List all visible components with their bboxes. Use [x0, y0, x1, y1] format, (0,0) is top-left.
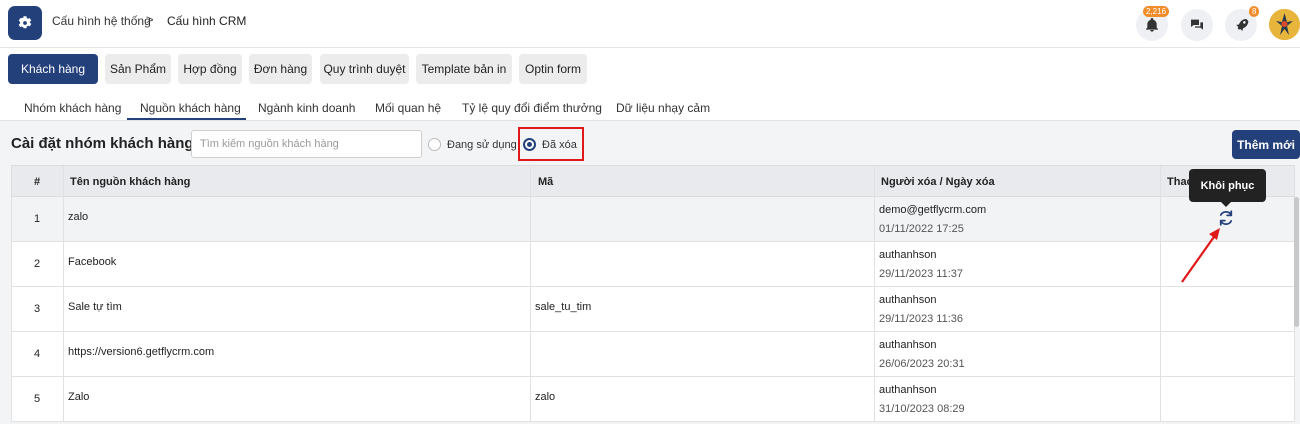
- source-name: Sale tự tìm: [68, 301, 122, 313]
- deleted-by: authanhson: [879, 249, 937, 261]
- deleted-by: authanhson: [879, 384, 937, 396]
- deleted-by: demo@getflycrm.com: [879, 204, 987, 216]
- column-divider: [1160, 377, 1161, 421]
- restore-tooltip: Khôi phục: [1189, 169, 1266, 202]
- top-bar: Cấu hình hệ thống > Cấu hình CRM 2,216 8: [0, 0, 1300, 48]
- column-divider: [1160, 332, 1161, 376]
- column-divider: [63, 197, 64, 241]
- avatar-image: [1269, 9, 1300, 40]
- deleted-date: 26/06/2023 20:31: [879, 358, 965, 370]
- deleted-date: 29/11/2023 11:37: [879, 268, 964, 280]
- radio-in-use[interactable]: [428, 138, 441, 151]
- row-number: 2: [34, 258, 41, 270]
- module-tab-orders[interactable]: Đơn hàng: [249, 54, 312, 84]
- rocket-count-badge: 8: [1249, 6, 1260, 17]
- column-header-deleted-by: Người xóa / Ngày xóa: [881, 176, 995, 188]
- column-header-number: #: [34, 176, 41, 188]
- source-name: https://version6.getflycrm.com: [68, 346, 215, 358]
- table-header: # Tên nguồn khách hàng Mã Người xóa / Ng…: [11, 165, 1295, 197]
- module-tab-customers[interactable]: Khách hàng: [8, 54, 98, 84]
- subtab-business-lines[interactable]: Ngành kinh doanh: [258, 101, 355, 115]
- row-number: 3: [34, 303, 41, 315]
- column-divider: [1160, 242, 1161, 286]
- subtab-relationships[interactable]: Mối quan hệ: [375, 101, 441, 115]
- page-title: Cài đặt nhóm khách hàng: [11, 135, 194, 152]
- subtab-sensitive-data[interactable]: Dữ liệu nhạy cảm: [616, 101, 710, 115]
- column-divider: [530, 287, 531, 331]
- column-divider: [1160, 287, 1161, 331]
- column-divider: [874, 166, 875, 196]
- annotation-arrow-icon: [1181, 228, 1220, 283]
- deleted-date: 29/11/2023 11:36: [879, 313, 964, 325]
- table-row[interactable]: 2 Facebook authanhson 29/11/2023 11:37: [11, 242, 1295, 287]
- deleted-date: 01/11/2022 17:25: [879, 223, 964, 235]
- table-row[interactable]: 1 zalo demo@getflycrm.com 01/11/2022 17:…: [11, 197, 1295, 242]
- module-tab-contracts[interactable]: Hợp đồng: [178, 54, 242, 84]
- module-tab-products[interactable]: Sản Phẩm: [105, 54, 171, 84]
- column-header-code: Mã: [538, 176, 554, 188]
- table-row[interactable]: 5 Zalo zalo authanhson 31/10/2023 08:29: [11, 377, 1295, 422]
- column-divider: [63, 166, 64, 196]
- column-divider: [530, 332, 531, 376]
- column-divider: [874, 377, 875, 421]
- column-divider: [874, 332, 875, 376]
- chat-icon: [1191, 19, 1203, 30]
- column-divider: [63, 332, 64, 376]
- column-divider: [530, 166, 531, 196]
- bell-icon: [1146, 18, 1158, 32]
- tooltip-arrow: [1221, 202, 1231, 207]
- column-divider: [63, 377, 64, 421]
- row-number: 5: [34, 393, 41, 405]
- column-divider: [63, 242, 64, 286]
- table-scrollbar[interactable]: [1294, 197, 1299, 327]
- column-divider: [874, 197, 875, 241]
- column-divider: [1160, 197, 1161, 241]
- column-header-name: Tên nguồn khách hàng: [70, 176, 191, 188]
- row-number: 1: [34, 213, 41, 225]
- highlight-annotation: [518, 127, 584, 161]
- breadcrumb-separator-icon: >: [146, 12, 154, 27]
- column-divider: [530, 197, 531, 241]
- column-divider: [1160, 166, 1161, 196]
- row-number: 4: [34, 348, 41, 360]
- table-row[interactable]: 3 Sale tự tìm sale_tu_tim authanhson 29/…: [11, 287, 1295, 332]
- column-divider: [874, 242, 875, 286]
- notification-count-badge: 2,216: [1143, 6, 1170, 17]
- module-tab-approval-process[interactable]: Quy trình duyệt: [320, 54, 409, 84]
- add-new-button[interactable]: Thêm mới: [1232, 130, 1300, 159]
- gear-icon: [18, 16, 32, 29]
- source-code: zalo: [535, 391, 556, 403]
- deleted-date: 31/10/2023 08:29: [879, 403, 965, 415]
- deleted-by: authanhson: [879, 294, 937, 306]
- subtab-customer-groups[interactable]: Nhóm khách hàng: [24, 101, 121, 115]
- source-name: zalo: [68, 211, 89, 223]
- subtab-reward-conversion[interactable]: Tỷ lệ quy đổi điểm thưởng: [462, 101, 602, 115]
- column-divider: [530, 242, 531, 286]
- deleted-by: authanhson: [879, 339, 937, 351]
- search-input[interactable]: [191, 130, 422, 158]
- subtab-customer-sources[interactable]: Nguồn khách hàng: [140, 101, 241, 115]
- breadcrumb-current: Cấu hình CRM: [167, 14, 247, 28]
- radio-in-use-label[interactable]: Đang sử dụng: [447, 139, 517, 151]
- rocket-icon: [1236, 19, 1249, 31]
- active-subtab-indicator: [127, 118, 246, 120]
- module-tab-optin-form[interactable]: Optin form: [519, 54, 587, 84]
- module-tab-print-template[interactable]: Template bản in: [416, 54, 512, 84]
- column-divider: [530, 377, 531, 421]
- avatar[interactable]: [1269, 9, 1300, 40]
- restore-icon[interactable]: [1217, 209, 1235, 227]
- settings-app-icon[interactable]: [8, 6, 42, 40]
- messages-button[interactable]: [1181, 9, 1213, 41]
- column-divider: [874, 287, 875, 331]
- column-divider: [63, 287, 64, 331]
- source-name: Facebook: [68, 256, 117, 268]
- breadcrumb-parent[interactable]: Cấu hình hệ thống: [52, 14, 151, 28]
- source-code: sale_tu_tim: [535, 301, 592, 313]
- source-name: Zalo: [68, 391, 90, 403]
- table-row[interactable]: 4 https://version6.getflycrm.com authanh…: [11, 332, 1295, 377]
